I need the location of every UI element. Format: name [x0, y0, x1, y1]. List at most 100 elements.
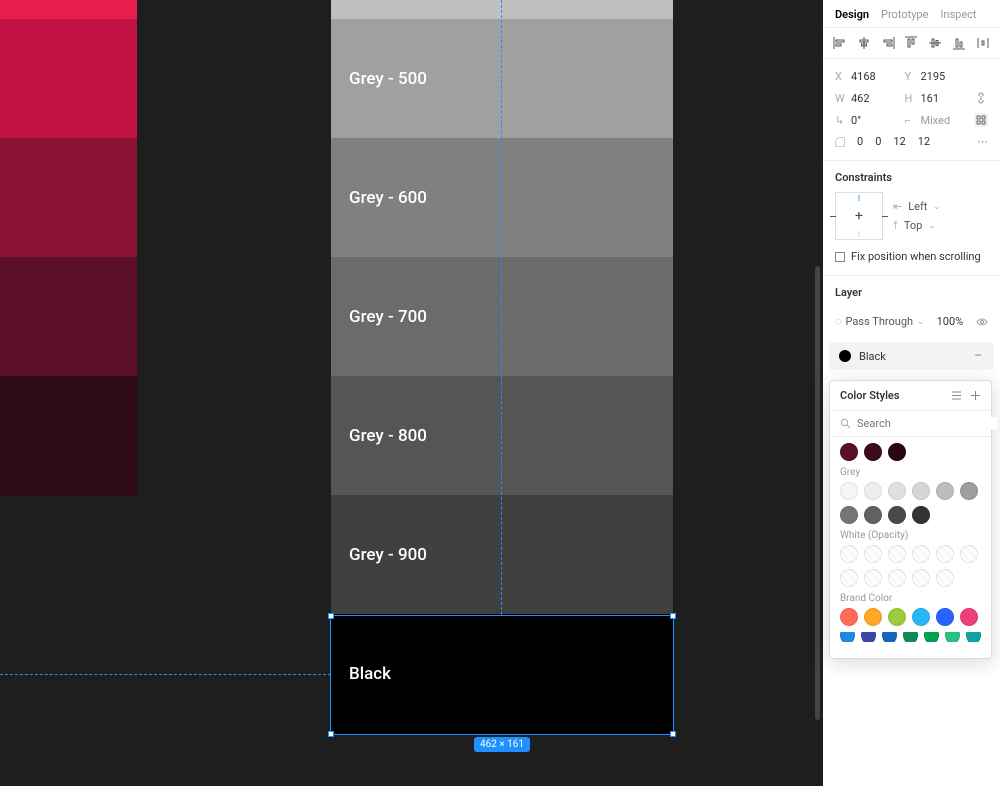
color-style-swatch[interactable]: [840, 545, 858, 563]
fill-style-row[interactable]: Black −: [829, 342, 994, 370]
corner-value[interactable]: Mixed: [921, 114, 955, 127]
style-search-input[interactable]: [857, 417, 997, 430]
color-style-swatch[interactable]: [888, 608, 906, 626]
color-style-swatch[interactable]: [888, 506, 906, 524]
color-style-swatch[interactable]: [936, 608, 954, 626]
color-style-swatch[interactable]: [840, 506, 858, 524]
smart-guide-vertical: [501, 0, 502, 615]
color-style-swatch[interactable]: [864, 482, 882, 500]
constraints-title: Constraints: [835, 171, 988, 184]
align-top-icon[interactable]: [904, 36, 918, 50]
swatch-grey-500[interactable]: Grey - 500: [331, 19, 673, 138]
swatch-grey-600[interactable]: Grey - 600: [331, 138, 673, 257]
swatch-label: Grey - 500: [349, 69, 427, 89]
radius-tl[interactable]: 0: [857, 135, 863, 148]
constraints-section: Constraints + ⇤Left⌄ ⤒Top⌄ Fix position …: [823, 160, 1000, 275]
constraints-diagram[interactable]: +: [835, 192, 883, 240]
search-icon: [840, 418, 851, 429]
swatch-red-700[interactable]: [0, 138, 137, 257]
align-right-icon[interactable]: [881, 36, 895, 50]
color-style-swatch[interactable]: [840, 608, 858, 626]
swatch-red-600[interactable]: [0, 19, 137, 138]
swatch-grey-700[interactable]: Grey - 700: [331, 257, 673, 376]
align-bottom-icon[interactable]: [952, 36, 966, 50]
fix-position-checkbox[interactable]: Fix position when scrolling: [835, 250, 988, 263]
radius-tr[interactable]: 0: [875, 135, 881, 148]
color-style-swatch[interactable]: [864, 608, 882, 626]
align-left-icon[interactable]: [833, 36, 847, 50]
color-style-swatch[interactable]: [936, 545, 954, 563]
selection-handle-sw[interactable]: [328, 731, 334, 737]
color-style-swatch[interactable]: [840, 632, 855, 642]
constraint-horizontal-select[interactable]: ⇤Left⌄: [893, 200, 940, 213]
rotation-value[interactable]: 0°: [851, 114, 885, 127]
swatch-red-900[interactable]: [0, 376, 137, 496]
x-label: X: [835, 70, 845, 83]
color-style-swatch[interactable]: [882, 632, 897, 642]
opacity-value[interactable]: 100%: [937, 315, 964, 328]
canvas-scrollbar-vertical[interactable]: [815, 266, 820, 720]
color-style-swatch[interactable]: [912, 506, 930, 524]
color-style-swatch[interactable]: [960, 545, 978, 563]
color-style-swatch[interactable]: [912, 482, 930, 500]
selection-handle-nw[interactable]: [328, 613, 334, 619]
constrain-proportions-icon[interactable]: [974, 91, 988, 105]
color-style-swatch[interactable]: [864, 506, 882, 524]
tab-inspect[interactable]: Inspect: [940, 8, 976, 21]
list-view-icon[interactable]: [951, 390, 962, 401]
color-style-swatch[interactable]: [864, 569, 882, 587]
color-style-swatch[interactable]: [936, 569, 954, 587]
color-style-swatch[interactable]: [864, 545, 882, 563]
align-vcenter-icon[interactable]: [928, 36, 942, 50]
tab-design[interactable]: Design: [835, 8, 869, 21]
tab-prototype[interactable]: Prototype: [881, 8, 928, 21]
blend-mode-select[interactable]: ◌Pass Through⌄: [835, 315, 924, 328]
smart-guide-horizontal: [0, 674, 331, 675]
radius-bl[interactable]: 12: [918, 135, 930, 148]
swatch-label: Grey - 800: [349, 426, 427, 446]
independent-corners-icon[interactable]: [974, 113, 988, 127]
x-value[interactable]: 4168: [851, 70, 885, 83]
more-options-icon[interactable]: ⋯: [977, 135, 988, 148]
swatch-grey-800[interactable]: Grey - 800: [331, 376, 673, 495]
color-style-swatch[interactable]: [912, 545, 930, 563]
color-style-swatch[interactable]: [903, 632, 918, 642]
color-style-swatch[interactable]: [960, 482, 978, 500]
align-hcenter-icon[interactable]: [857, 36, 871, 50]
visibility-icon[interactable]: [976, 316, 988, 328]
detach-style-button[interactable]: −: [972, 348, 984, 364]
color-style-swatch[interactable]: [864, 443, 882, 461]
h-value[interactable]: 161: [921, 92, 955, 105]
swatch-grey-400[interactable]: [331, 0, 673, 19]
w-value[interactable]: 462: [851, 92, 885, 105]
swatch-grey-900[interactable]: Grey - 900: [331, 495, 673, 614]
radius-br[interactable]: 12: [893, 135, 905, 148]
panel-tabs: Design Prototype Inspect: [823, 0, 1000, 28]
color-style-swatch[interactable]: [888, 482, 906, 500]
swatch-red-800[interactable]: [0, 257, 137, 376]
swatch-label: Grey - 700: [349, 307, 427, 327]
constraint-vertical-select[interactable]: ⤒Top⌄: [893, 219, 940, 233]
add-style-icon[interactable]: [970, 390, 981, 401]
color-style-swatch[interactable]: [840, 569, 858, 587]
canvas[interactable]: Grey - 500 Grey - 600 Grey - 700 Grey - …: [0, 0, 823, 786]
color-style-swatch[interactable]: [960, 608, 978, 626]
y-value[interactable]: 2195: [921, 70, 955, 83]
fill-style-name: Black: [859, 350, 886, 363]
color-style-swatch[interactable]: [945, 632, 960, 642]
color-style-swatch[interactable]: [936, 482, 954, 500]
color-style-swatch[interactable]: [888, 545, 906, 563]
selection-handle-se[interactable]: [670, 731, 676, 737]
color-style-swatch[interactable]: [861, 632, 876, 642]
color-style-swatch[interactable]: [966, 632, 981, 642]
distribute-icon[interactable]: [976, 36, 990, 50]
color-style-swatch[interactable]: [912, 608, 930, 626]
swatch-label: Grey - 900: [349, 545, 427, 565]
color-style-swatch[interactable]: [924, 632, 939, 642]
color-style-swatch[interactable]: [888, 569, 906, 587]
color-style-swatch[interactable]: [840, 482, 858, 500]
color-style-swatch[interactable]: [888, 443, 906, 461]
color-style-swatch[interactable]: [912, 569, 930, 587]
selection-handle-ne[interactable]: [670, 613, 676, 619]
color-style-swatch[interactable]: [840, 443, 858, 461]
